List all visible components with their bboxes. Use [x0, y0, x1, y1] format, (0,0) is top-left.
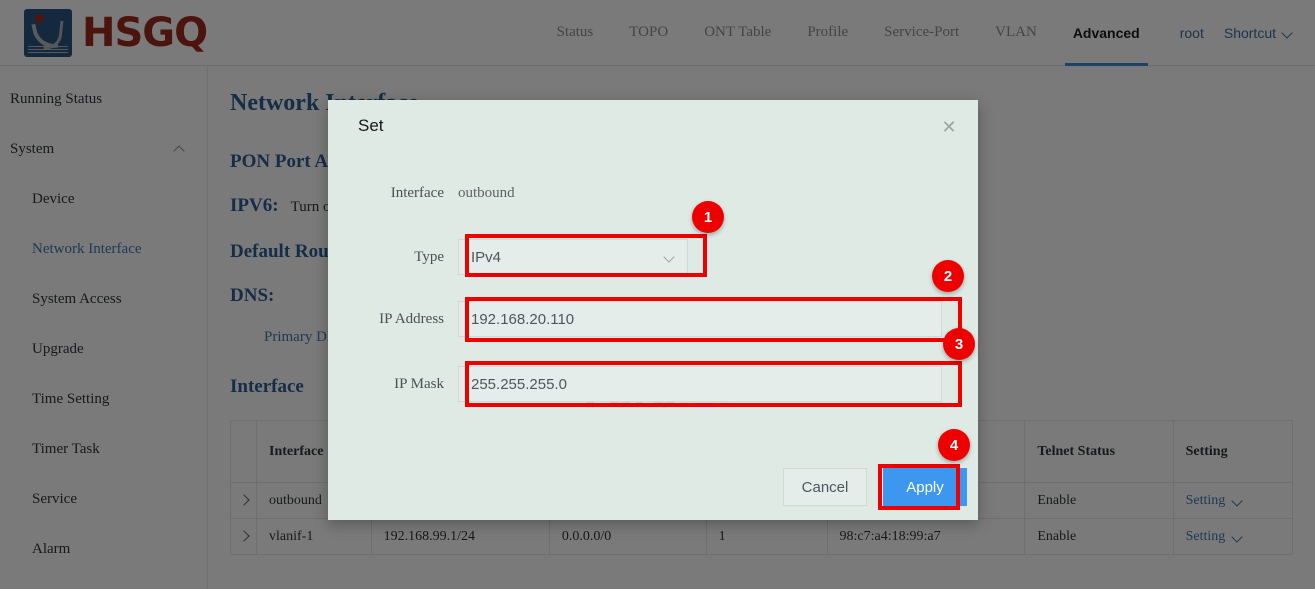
step-badge-2: 2: [932, 260, 964, 292]
type-row: Type IPv4: [328, 239, 688, 275]
dialog-title: Set: [358, 116, 384, 136]
dialog-actions: Cancel Apply: [783, 468, 967, 506]
step-badge-4: 4: [938, 429, 970, 461]
ip-address-row: IP Address 192.168.20.110: [328, 301, 942, 337]
close-icon[interactable]: ✕: [938, 116, 960, 138]
interface-label: Interface: [328, 185, 458, 202]
step-badge-3: 3: [943, 328, 975, 360]
ip-address-label: IP Address: [328, 311, 458, 328]
interface-value: outbound: [458, 185, 515, 202]
type-label: Type: [328, 249, 458, 266]
step-badge-1: 1: [692, 201, 724, 233]
ip-mask-field[interactable]: 255.255.255.0: [458, 366, 942, 402]
ip-mask-label: IP Mask: [328, 376, 458, 393]
type-select-value: IPv4: [471, 249, 501, 266]
ip-address-field[interactable]: 192.168.20.110: [458, 301, 942, 337]
apply-button[interactable]: Apply: [883, 468, 967, 506]
interface-row: Interface outbound: [328, 185, 515, 202]
type-select[interactable]: IPv4: [458, 239, 688, 275]
chevron-down-icon: [665, 252, 675, 262]
set-dialog: Set ✕ ForoISP Interface outbound Type IP…: [328, 100, 978, 520]
ip-mask-row: IP Mask 255.255.255.0: [328, 366, 942, 402]
ip-address-value: 192.168.20.110: [471, 311, 574, 328]
cancel-button[interactable]: Cancel: [783, 468, 867, 506]
ip-mask-value: 255.255.255.0: [471, 376, 567, 393]
